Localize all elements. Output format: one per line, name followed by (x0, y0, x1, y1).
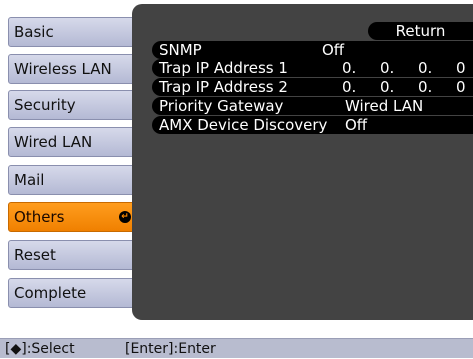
sidebar-item-label: Mail (14, 171, 45, 189)
sidebar-item-label: Basic (14, 23, 54, 41)
sidebar-menu: Basic Wireless LAN Security Wired LAN Ma… (0, 0, 140, 320)
sidebar-item-label: Reset (14, 246, 56, 264)
ip-octet: 0 (456, 59, 466, 77)
setting-row-priority-gateway[interactable]: Priority Gateway Wired LAN (152, 97, 473, 115)
setting-row-snmp[interactable]: SNMP Off (152, 41, 473, 59)
select-hint: [◆]:Select (5, 341, 75, 357)
sidebar-item-label: Wireless LAN (14, 60, 112, 78)
ip-octet: 0. (380, 59, 395, 77)
setting-row-trap-ip-2[interactable]: Trap IP Address 2 0. 0. 0. 0 (152, 78, 473, 96)
setting-value: Off (322, 41, 345, 59)
setting-label: Trap IP Address 2 (159, 78, 288, 96)
setting-label: Trap IP Address 1 (159, 59, 288, 77)
sidebar-item-label: Wired LAN (14, 133, 93, 151)
sidebar-item-reset[interactable]: Reset (8, 240, 138, 270)
ip-octet: 0. (418, 78, 433, 96)
sidebar-item-complete[interactable]: Complete (8, 278, 138, 308)
setting-value: Off (345, 116, 368, 134)
sidebar-item-basic[interactable]: Basic (8, 17, 138, 47)
setting-row-trap-ip-1[interactable]: Trap IP Address 1 0. 0. 0. 0 (152, 59, 473, 77)
return-button[interactable]: Return (368, 22, 473, 40)
sidebar-item-label: Complete (14, 284, 87, 302)
setting-value: Wired LAN (345, 97, 424, 115)
ip-octet: 0. (342, 78, 357, 96)
sidebar-item-others[interactable]: Others ↵ (8, 202, 138, 232)
ip-octet: 0. (418, 59, 433, 77)
setting-row-amx-device-discovery[interactable]: AMX Device Discovery Off (152, 116, 473, 134)
enter-arrow-icon: ↵ (119, 211, 131, 223)
enter-hint: [Enter]:Enter (125, 341, 216, 357)
key-hint-bar: [◆]:Select [Enter]:Enter (0, 338, 473, 358)
setting-label: SNMP (159, 41, 202, 59)
ip-octet: 0. (342, 59, 357, 77)
ip-octet: 0 (456, 78, 466, 96)
setting-label: Priority Gateway (159, 97, 284, 115)
setting-label: AMX Device Discovery (159, 116, 328, 134)
sidebar-item-label: Others (14, 208, 65, 226)
return-label: Return (395, 22, 446, 40)
sidebar-item-label: Security (14, 96, 76, 114)
sidebar-item-security[interactable]: Security (8, 90, 138, 120)
sidebar-item-wireless-lan[interactable]: Wireless LAN (8, 54, 138, 84)
sidebar-item-wired-lan[interactable]: Wired LAN (8, 127, 138, 157)
ip-octet: 0. (380, 78, 395, 96)
sidebar-item-mail[interactable]: Mail (8, 165, 138, 195)
